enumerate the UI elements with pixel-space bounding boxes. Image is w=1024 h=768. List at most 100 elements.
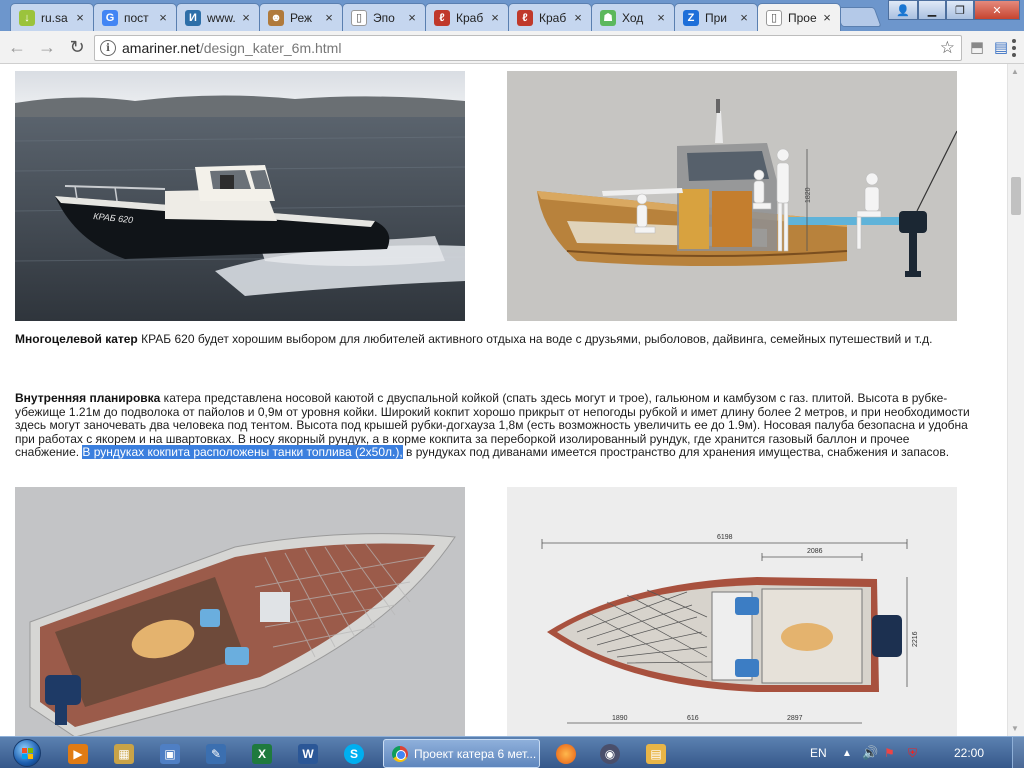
extension-icon[interactable]: ▤ xyxy=(990,36,1012,58)
tab-close-icon[interactable]: × xyxy=(405,10,419,25)
selected-text[interactable]: В рундуках кокпита расположены танки топ… xyxy=(82,445,403,459)
tab-close-icon[interactable]: × xyxy=(156,10,170,25)
viewer-icon[interactable]: ▣ xyxy=(150,740,190,768)
folder-icon[interactable]: ▤ xyxy=(636,740,676,768)
info-icon[interactable]: i xyxy=(100,40,116,56)
bookmark-star-icon[interactable]: ☆ xyxy=(940,38,955,58)
tab-title: www. xyxy=(207,10,236,25)
tab-2[interactable]: Иwww. × xyxy=(176,3,260,31)
intro-bold: Многоцелевой катер xyxy=(15,332,138,346)
tab-6[interactable]: ℓ Краб × xyxy=(508,3,592,31)
tab-7[interactable]: ☗ Ход × xyxy=(591,3,675,31)
network-warning-icon[interactable]: ⚑ xyxy=(884,737,895,768)
tab-title: пост xyxy=(124,10,149,25)
tab-8[interactable]: Z При × xyxy=(674,3,758,31)
show-hidden-icons[interactable]: ▲ xyxy=(842,737,852,768)
media-player-icon[interactable]: ▶ xyxy=(58,740,98,768)
tab-4[interactable]: ▯ Эпо × xyxy=(342,3,426,31)
layout-tail: в рундуках под диванами имеется простран… xyxy=(402,445,950,459)
boat-cutaway-render: 1820 xyxy=(507,71,957,321)
site-icon: И xyxy=(185,9,201,26)
firefox-icon[interactable] xyxy=(546,740,586,768)
tab-9[interactable]: ▯ Прое × xyxy=(757,3,841,31)
tab-close-icon[interactable]: × xyxy=(322,10,336,25)
back-button[interactable]: ← xyxy=(4,34,30,60)
dim-beam: 2216 xyxy=(912,631,919,647)
url-path: /design_kater_6m.html xyxy=(199,40,342,56)
address-bar[interactable]: i amariner.net/design_kater_6m.html ☆ xyxy=(94,35,962,61)
tab-title: Реж xyxy=(290,10,313,25)
tab-title: Краб xyxy=(456,10,484,25)
media-icon[interactable]: ◉ xyxy=(590,740,630,768)
tab-close-icon[interactable]: × xyxy=(239,10,253,25)
tab-title: Ход xyxy=(622,10,644,25)
dim-cockpit: 2086 xyxy=(807,548,823,555)
tab-close-icon[interactable]: × xyxy=(571,10,585,25)
language-indicator[interactable]: EN xyxy=(810,746,827,760)
pdf-extension-icon[interactable]: ⬒ xyxy=(966,36,988,58)
windows-logo-icon xyxy=(13,739,41,767)
new-tab-button[interactable] xyxy=(834,7,882,27)
word-icon[interactable]: W xyxy=(288,740,328,768)
page-scrollbar[interactable]: ▲ ▼ xyxy=(1007,64,1024,736)
cabin-height-dimension: 1820 xyxy=(805,187,812,203)
tab-1[interactable]: Gпост × xyxy=(93,3,177,31)
scroll-down-arrow-icon[interactable]: ▼ xyxy=(1011,724,1019,733)
tab-strip: ↓ ru.sa × Gпост × Иwww. × ☻ Реж × ▯ Эпо × ℓ Краб × ℓ Краб… xyxy=(0,0,1024,31)
skype-icon[interactable]: S xyxy=(334,740,374,768)
browser-toolbar: ← → ↻ i amariner.net/design_kater_6m.htm… xyxy=(0,31,1024,64)
reload-button[interactable]: ↻ xyxy=(64,34,90,60)
dim-bow: 1890 xyxy=(612,715,628,722)
tab-0[interactable]: ↓ ru.sa × xyxy=(10,3,94,31)
scroll-up-arrow-icon[interactable]: ▲ xyxy=(1011,67,1019,76)
system-clock[interactable]: 22:00 xyxy=(954,746,984,760)
start-button[interactable] xyxy=(2,737,52,768)
intro-text: КРАБ 620 будет хорошим выбором для любит… xyxy=(137,332,933,346)
page-icon: ▯ xyxy=(351,9,367,26)
crab-site-icon: ℓ xyxy=(517,9,533,26)
explorer-icon[interactable]: ▦ xyxy=(104,740,144,768)
android-icon: ↓ xyxy=(19,9,35,26)
excel-icon[interactable]: X xyxy=(242,740,282,768)
boat-photo: КРАБ 620 xyxy=(15,71,465,321)
tab-3[interactable]: ☻ Реж × xyxy=(259,3,343,31)
google-icon: G xyxy=(102,9,118,26)
dim-mid: 616 xyxy=(687,715,699,722)
tab-title: Прое xyxy=(788,10,817,25)
chrome-icon xyxy=(392,745,408,762)
crab-site-icon: ℓ xyxy=(434,9,450,26)
taskbar-chrome-window[interactable]: Проект катера 6 мет... xyxy=(383,739,540,768)
antivirus-icon[interactable]: ⛨ xyxy=(908,737,917,768)
tab-title: Эпо xyxy=(373,10,395,25)
paint-icon[interactable]: ✎ xyxy=(196,740,236,768)
show-desktop-button[interactable] xyxy=(1012,737,1024,768)
menu-icon[interactable] xyxy=(1012,39,1016,57)
tab-title: ru.sa xyxy=(41,10,68,25)
page-viewport: КРАБ 620 1820 Многоцелевой катер КРАБ 62… xyxy=(0,64,1024,736)
windows-taskbar: ▶ ▦ ▣ ✎ X W S Проект катера 6 мет... ◉ ▤… xyxy=(0,736,1024,768)
layout-paragraph: Внутренняя планировка катера представлен… xyxy=(15,391,975,460)
maximize-button[interactable]: ❐ xyxy=(946,0,974,20)
volume-icon[interactable]: 🔊 xyxy=(862,737,878,768)
tab-close-icon[interactable]: × xyxy=(488,10,502,25)
z-icon: Z xyxy=(683,9,699,26)
tab-close-icon[interactable]: × xyxy=(654,10,668,25)
minimize-button[interactable]: ▁ xyxy=(918,0,946,20)
tab-close-icon[interactable]: × xyxy=(737,10,751,25)
tab-close-icon[interactable]: × xyxy=(820,10,834,25)
tab-close-icon[interactable]: × xyxy=(73,10,87,25)
dim-aft: 2897 xyxy=(787,715,803,722)
tab-title: Краб xyxy=(539,10,567,25)
boat-deck-render xyxy=(15,487,465,736)
forward-button[interactable]: → xyxy=(34,34,60,60)
boat-plan-drawing: 6198 2086 1890 616 2897 2216 xyxy=(507,487,957,736)
intro-paragraph: Многоцелевой катер КРАБ 620 будет хороши… xyxy=(15,332,975,347)
tab-5[interactable]: ℓ Краб × xyxy=(425,3,509,31)
close-window-button[interactable]: ✕ xyxy=(974,0,1020,20)
page-icon: ▯ xyxy=(766,9,782,26)
url-host: amariner.net xyxy=(122,40,200,56)
scroll-thumb[interactable] xyxy=(1011,177,1021,215)
tab-title: При xyxy=(705,10,728,25)
dim-total-length: 6198 xyxy=(717,534,733,541)
user-icon[interactable]: 👤 xyxy=(888,0,918,20)
